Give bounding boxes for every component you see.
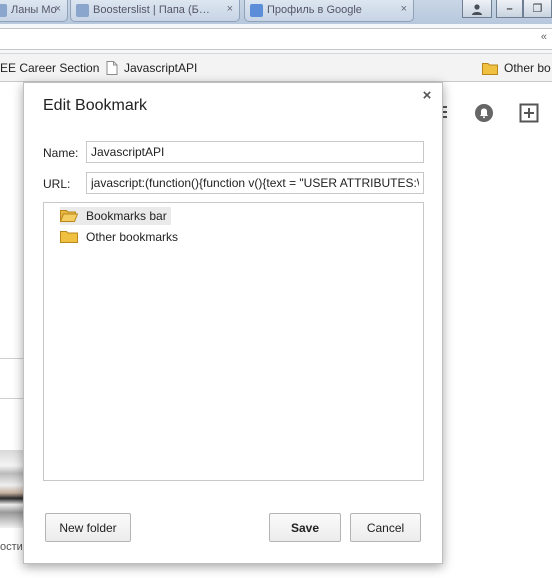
folder-label: Bookmarks bar [86, 209, 167, 223]
page-divider [0, 358, 23, 359]
tab-1[interactable]: Ланы Мо × [0, 0, 68, 22]
tab-strip: Ланы Мо × Boosterslist | Папа (Б… × Проф… [0, 0, 552, 24]
name-field[interactable] [86, 141, 424, 163]
name-label: Name: [43, 146, 79, 160]
omnibox-arrow-icon: « [540, 31, 547, 43]
bookmark-label: EE Career Section [0, 61, 100, 75]
share-add-icon[interactable] [518, 102, 540, 124]
tab-2-label: Boosterslist | Папа (Б… [93, 4, 210, 16]
user-profile-button[interactable] [462, 0, 492, 18]
restore-icon: ❐ [532, 3, 543, 15]
page-icon [106, 61, 118, 75]
minimize-icon: – [506, 2, 513, 15]
folder-icon [482, 62, 498, 75]
edit-bookmark-dialog: Edit Bookmark × Name: URL: Bookmarks bar… [23, 82, 443, 564]
restore-button[interactable]: ❐ [523, 0, 552, 18]
save-button[interactable]: Save [269, 513, 341, 542]
folder-open-icon [60, 210, 78, 222]
tab-close-icon[interactable]: × [55, 3, 61, 15]
browser-toolbar: « [0, 24, 552, 54]
tab-close-icon[interactable]: × [227, 3, 233, 15]
page-footer-text: ости [0, 541, 23, 553]
page-divider [0, 398, 23, 399]
dialog-title: Edit Bookmark [43, 97, 148, 114]
folder-tree[interactable]: Bookmarks bar Other bookmarks [43, 202, 424, 481]
favicon-icon [0, 4, 7, 17]
folder-label: Other bookmarks [86, 230, 179, 244]
other-bookmarks-label: Other bo [504, 61, 551, 75]
bookmarks-bar: EE Career Section JavascriptAPI Other bo [0, 54, 552, 82]
favicon-icon [76, 4, 89, 17]
folder-item-other-bookmarks[interactable]: Other bookmarks [60, 228, 178, 246]
other-bookmarks-button[interactable]: Other bo [482, 54, 551, 82]
folder-icon [60, 231, 78, 243]
bookmark-ee-career[interactable]: EE Career Section [0, 54, 99, 82]
bookmark-javascriptapi[interactable]: JavascriptAPI [106, 54, 197, 82]
url-field[interactable] [86, 172, 424, 194]
cancel-button[interactable]: Cancel [350, 513, 421, 542]
folder-item-bookmarks-bar[interactable]: Bookmarks bar [60, 207, 171, 225]
bookmark-label: JavascriptAPI [124, 61, 198, 75]
tab-3-label: Профиль в Google [267, 4, 362, 16]
omnibox[interactable]: « [0, 28, 552, 50]
new-folder-button[interactable]: New folder [45, 513, 131, 542]
tab-1-label: Ланы Мо [11, 4, 57, 16]
minimize-button[interactable]: – [496, 0, 523, 18]
tab-2[interactable]: Boosterslist | Папа (Б… × [70, 0, 240, 22]
tab-3[interactable]: Профиль в Google × [244, 0, 414, 22]
user-icon [472, 3, 482, 15]
close-icon[interactable]: × [420, 88, 434, 103]
url-label: URL: [43, 177, 71, 191]
favicon-icon [250, 4, 263, 17]
notifications-icon[interactable] [473, 102, 495, 124]
tab-close-icon[interactable]: × [401, 3, 407, 15]
thumbnail-image [0, 450, 23, 528]
